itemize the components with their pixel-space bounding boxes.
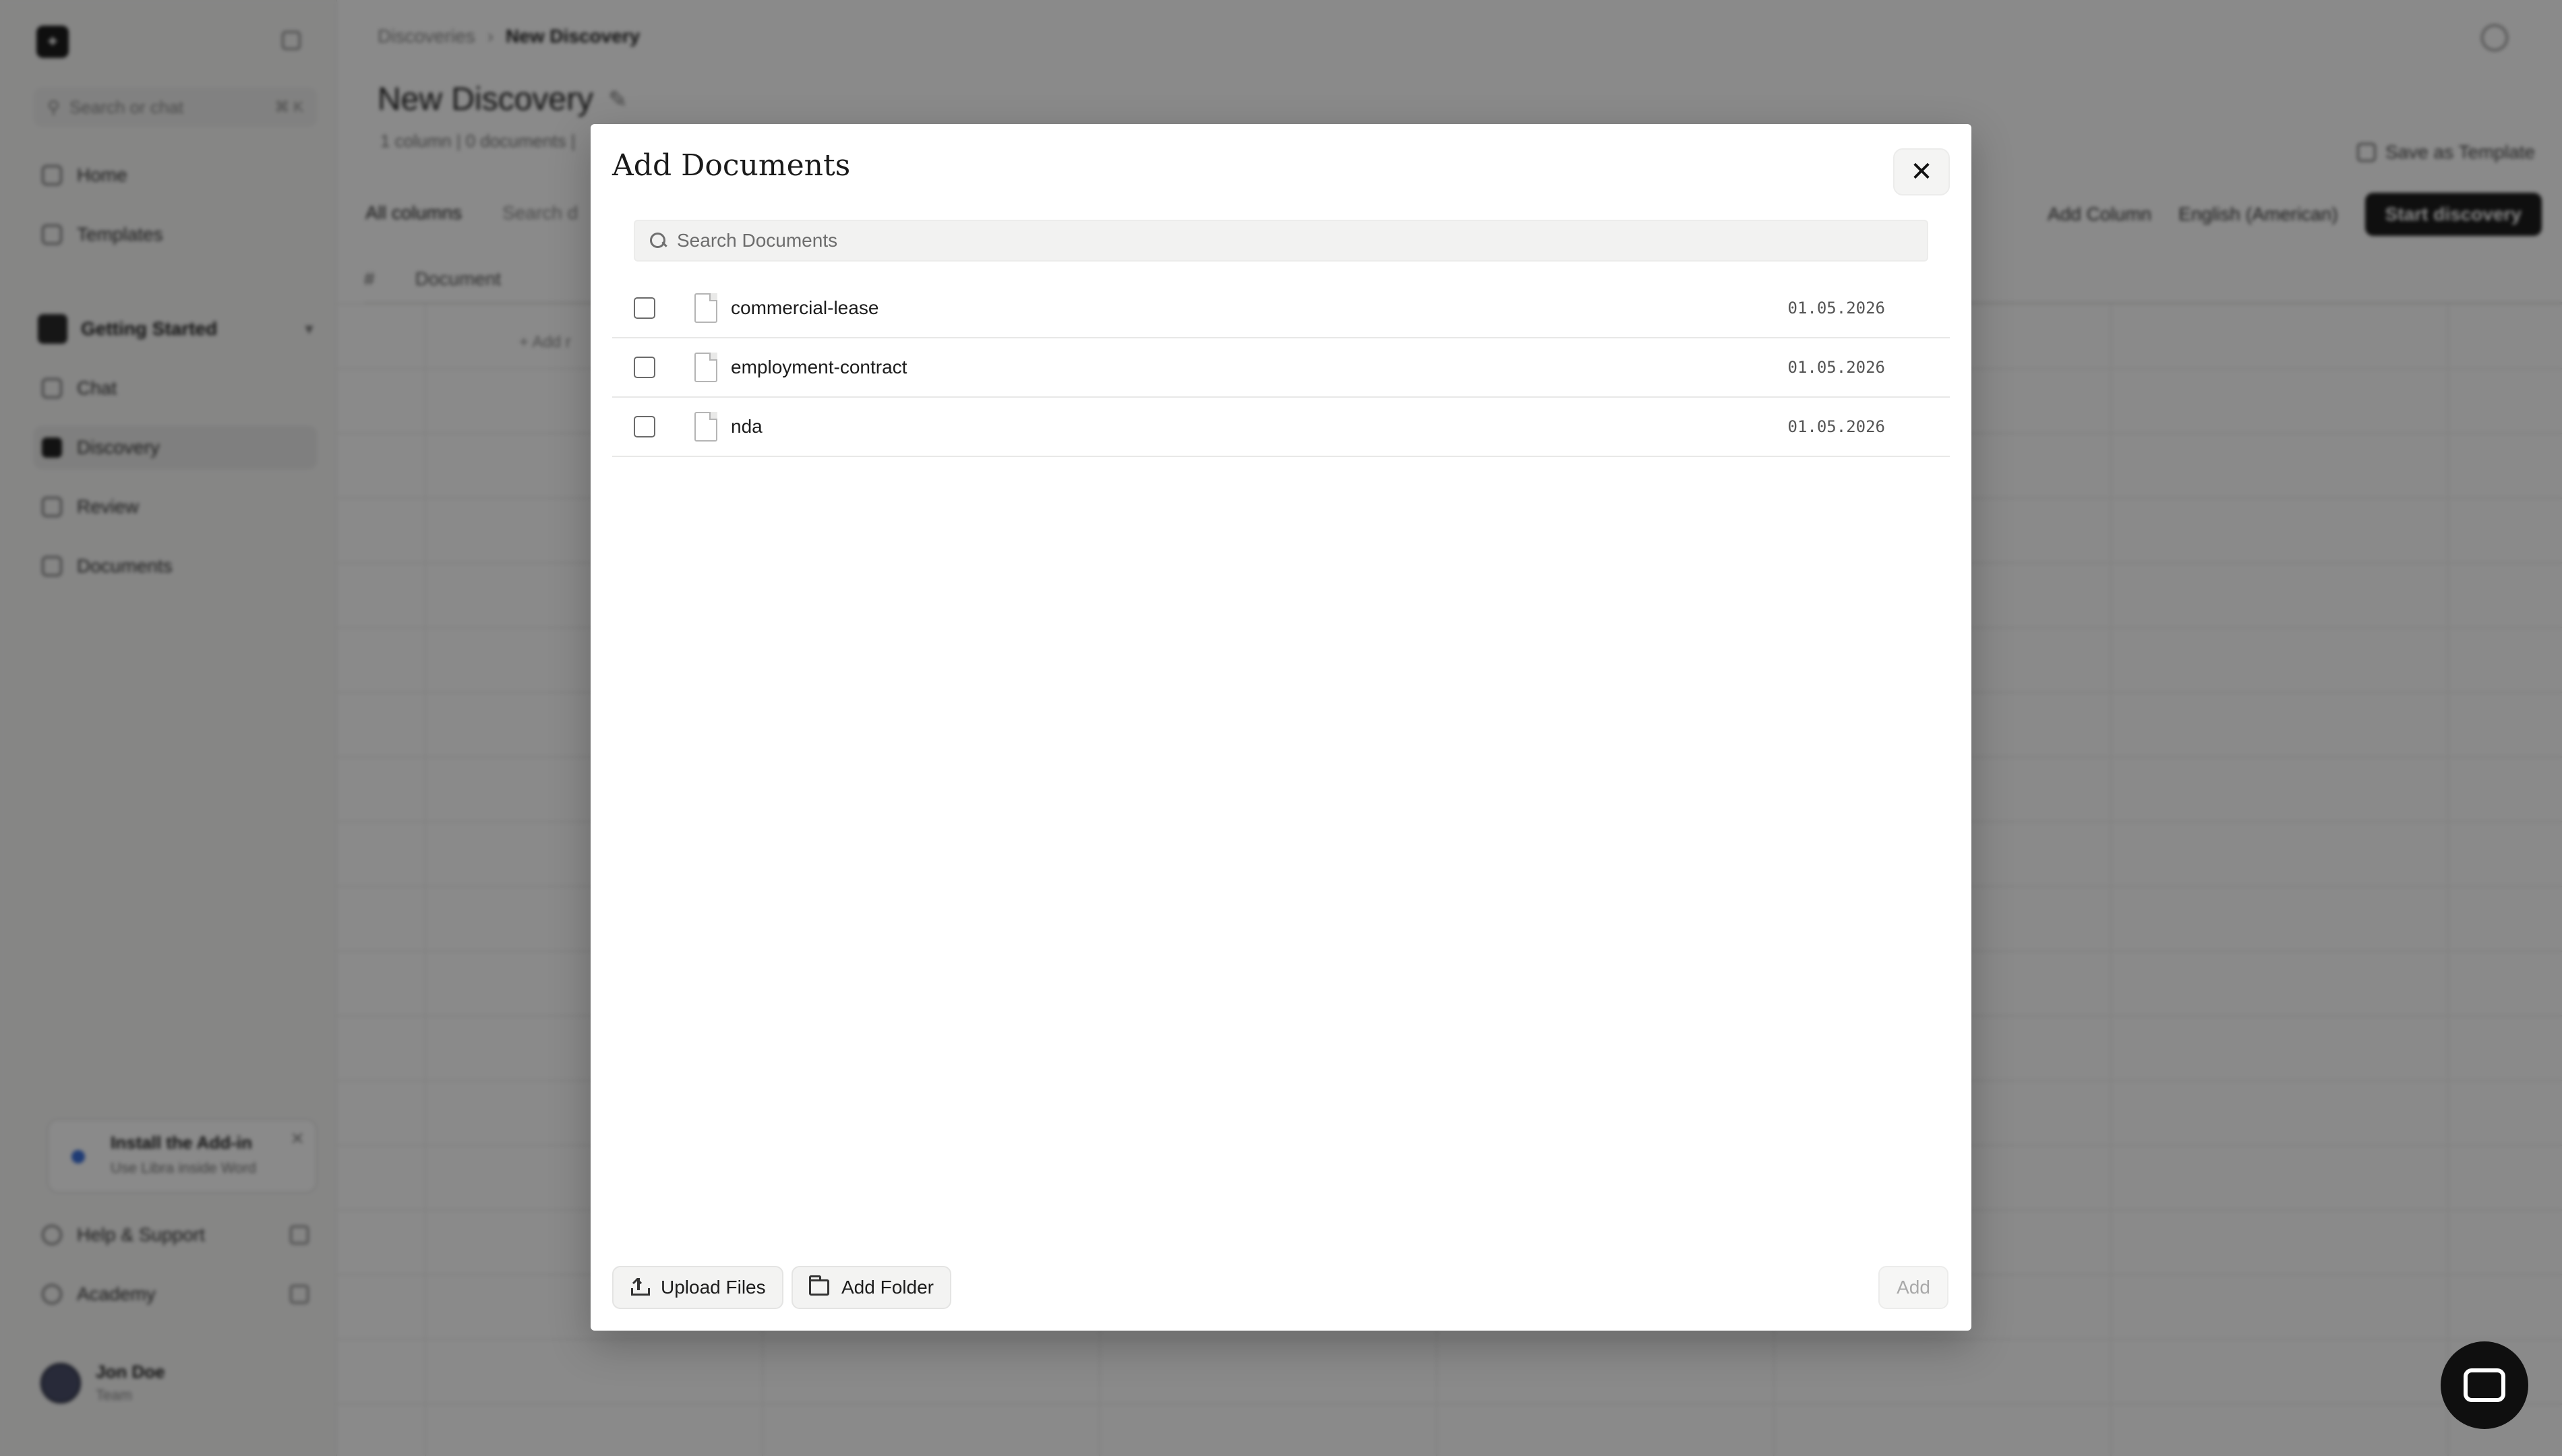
- document-list: commercial-lease 01.05.2026 employment-c…: [612, 279, 1950, 457]
- document-date: 01.05.2026: [1787, 417, 1886, 436]
- document-checkbox[interactable]: [634, 297, 655, 319]
- upload-icon: [630, 1277, 650, 1297]
- document-date: 01.05.2026: [1787, 358, 1886, 377]
- add-folder-label: Add Folder: [841, 1277, 934, 1298]
- list-item[interactable]: commercial-lease 01.05.2026: [612, 279, 1950, 338]
- upload-files-label: Upload Files: [661, 1277, 766, 1298]
- document-name: employment-contract: [731, 357, 907, 377]
- document-checkbox[interactable]: [634, 416, 655, 437]
- document-date: 01.05.2026: [1787, 299, 1886, 317]
- dialog-title: Add Documents: [612, 148, 851, 183]
- close-icon: ✕: [1910, 157, 1933, 187]
- file-icon: [694, 412, 717, 442]
- folder-icon: [809, 1275, 829, 1296]
- document-search: [634, 220, 1928, 262]
- add-documents-dialog: Add Documents ✕ commercial-lease 01.05.2…: [591, 124, 1971, 1331]
- list-item[interactable]: employment-contract 01.05.2026: [612, 338, 1950, 398]
- chat-bubble-icon: [2464, 1368, 2505, 1402]
- search-icon: [650, 233, 666, 249]
- document-checkbox[interactable]: [634, 357, 655, 378]
- document-name: nda: [731, 416, 763, 437]
- add-folder-button[interactable]: Add Folder: [792, 1266, 951, 1309]
- file-icon: [694, 353, 717, 382]
- list-item[interactable]: nda 01.05.2026: [612, 398, 1950, 457]
- search-input[interactable]: [677, 230, 1912, 251]
- chat-launcher-button[interactable]: [2441, 1341, 2528, 1429]
- document-name: commercial-lease: [731, 297, 879, 318]
- add-button[interactable]: Add: [1878, 1266, 1948, 1309]
- close-button[interactable]: ✕: [1893, 148, 1950, 195]
- upload-files-button[interactable]: Upload Files: [612, 1266, 783, 1309]
- file-icon: [694, 293, 717, 323]
